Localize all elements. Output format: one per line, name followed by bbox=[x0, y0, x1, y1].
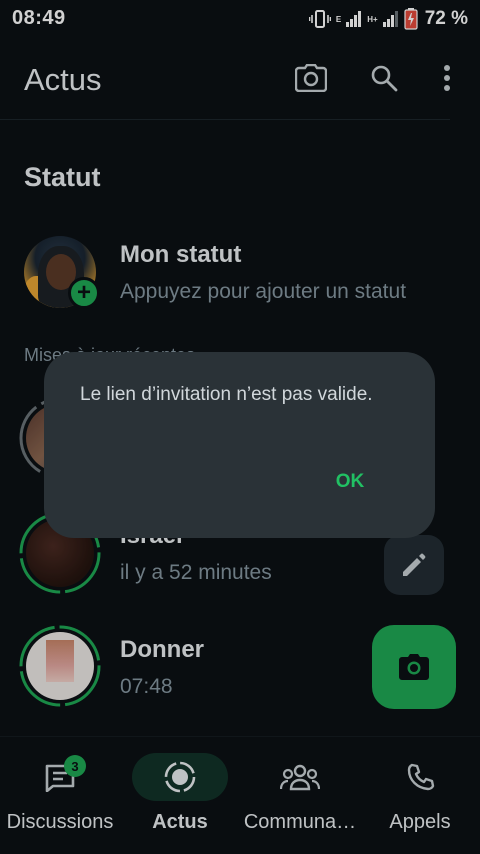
dialog-message: Le lien d’invitation n’est pas valide. bbox=[80, 384, 373, 405]
ok-button[interactable]: OK bbox=[326, 466, 374, 498]
alert-dialog: Le lien d’invitation n’est pas valide. O… bbox=[44, 352, 435, 538]
